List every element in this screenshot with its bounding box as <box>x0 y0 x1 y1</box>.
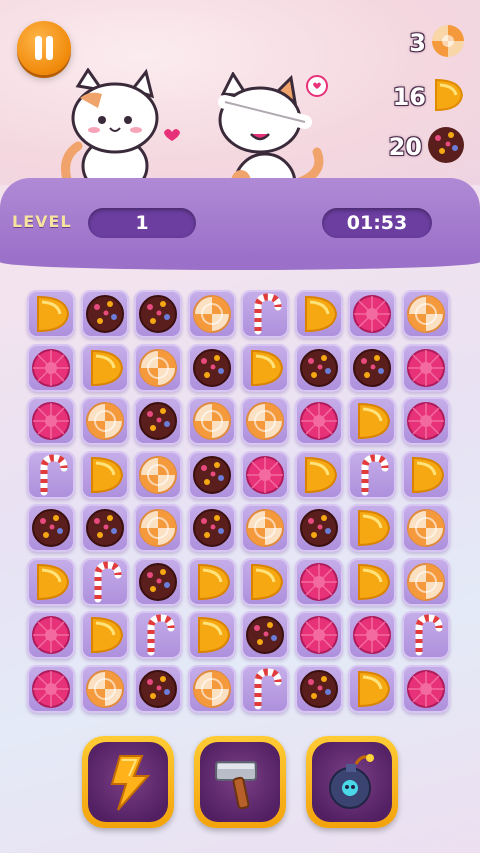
board-cell[interactable] <box>401 290 450 338</box>
board-cell[interactable] <box>134 450 182 499</box>
board-cell[interactable] <box>401 557 450 606</box>
board-cell[interactable] <box>27 557 75 606</box>
board-cell[interactable] <box>294 450 343 499</box>
board-cell[interactable] <box>294 664 343 713</box>
board-cell[interactable] <box>294 397 343 445</box>
board-cell[interactable] <box>241 504 289 552</box>
board-cell[interactable] <box>80 397 129 445</box>
timer-display: 01:53 <box>322 208 432 238</box>
board-cell[interactable] <box>348 397 396 445</box>
board-cell[interactable] <box>187 664 236 713</box>
board-cell[interactable] <box>241 664 289 713</box>
board-cell[interactable] <box>294 343 343 392</box>
goal-lemon: 16 <box>393 78 466 116</box>
board-cell[interactable] <box>241 450 289 499</box>
board-cell[interactable] <box>401 504 450 552</box>
board-cell[interactable] <box>241 290 289 338</box>
board-cell[interactable] <box>187 290 236 338</box>
board-cell[interactable] <box>187 557 236 606</box>
board-cell[interactable] <box>187 343 236 392</box>
board-cell[interactable] <box>294 611 343 659</box>
board-cell[interactable] <box>187 611 236 659</box>
board-cell[interactable] <box>134 397 182 445</box>
board-cell[interactable] <box>348 664 396 713</box>
goal-count: 16 <box>392 83 426 111</box>
board-cell[interactable] <box>348 343 396 392</box>
chocolate-icon <box>426 125 466 169</box>
board-cell[interactable] <box>348 290 396 338</box>
hammer-icon <box>215 761 257 810</box>
board-cell[interactable] <box>348 611 396 659</box>
board-cell[interactable] <box>294 290 343 338</box>
board-cell[interactable] <box>401 450 450 499</box>
board-cell[interactable] <box>27 611 75 659</box>
board-cell[interactable] <box>80 611 129 659</box>
board-cell[interactable] <box>27 343 75 392</box>
hammer-booster-button[interactable] <box>194 736 286 828</box>
board-cell[interactable] <box>80 450 129 499</box>
board-cell[interactable] <box>294 504 343 552</box>
board-cell[interactable] <box>80 290 129 338</box>
goal-count: 20 <box>388 133 422 161</box>
lollipop-icon <box>430 23 466 63</box>
board-cell[interactable] <box>27 450 75 499</box>
board-cell[interactable] <box>134 611 182 659</box>
goal-lollipop: 3 <box>409 24 466 62</box>
board-cell[interactable] <box>401 664 450 713</box>
lemon-icon <box>430 77 466 117</box>
goal-count: 3 <box>409 29 426 57</box>
board-cell[interactable] <box>241 397 289 445</box>
board-cell[interactable] <box>80 664 129 713</box>
level-value: 1 <box>88 208 196 238</box>
board-cell[interactable] <box>401 611 450 659</box>
board-cell[interactable] <box>80 504 129 552</box>
board-cell[interactable] <box>27 664 75 713</box>
board-cell[interactable] <box>348 557 396 606</box>
pause-button[interactable] <box>17 21 71 75</box>
goal-chocolate: 20 <box>388 125 466 169</box>
board-cell[interactable] <box>27 290 75 338</box>
board-cell[interactable] <box>294 557 343 606</box>
board-cell[interactable] <box>401 397 450 445</box>
board-cell[interactable] <box>401 343 450 392</box>
board-cell[interactable] <box>134 290 182 338</box>
board-cell[interactable] <box>241 343 289 392</box>
board-cell[interactable] <box>134 557 182 606</box>
board-cell[interactable] <box>348 450 396 499</box>
board-cell[interactable] <box>27 397 75 445</box>
board-cell[interactable] <box>241 611 289 659</box>
board-cell[interactable] <box>348 504 396 552</box>
board-cell[interactable] <box>187 450 236 499</box>
board-cell[interactable] <box>134 504 182 552</box>
level-label: LEVEL <box>12 212 72 231</box>
board-cell[interactable] <box>134 664 182 713</box>
bomb-booster-button[interactable] <box>306 736 398 828</box>
board-cell[interactable] <box>80 343 129 392</box>
board-cell[interactable] <box>134 343 182 392</box>
lightning-booster-button[interactable] <box>82 736 174 828</box>
board-cell[interactable] <box>241 557 289 606</box>
board-cell[interactable] <box>187 504 236 552</box>
board-cell[interactable] <box>80 557 129 606</box>
bomb-icon <box>329 754 374 809</box>
lightning-icon <box>110 755 151 811</box>
board-cell[interactable] <box>187 397 236 445</box>
board-cell[interactable] <box>27 504 75 552</box>
